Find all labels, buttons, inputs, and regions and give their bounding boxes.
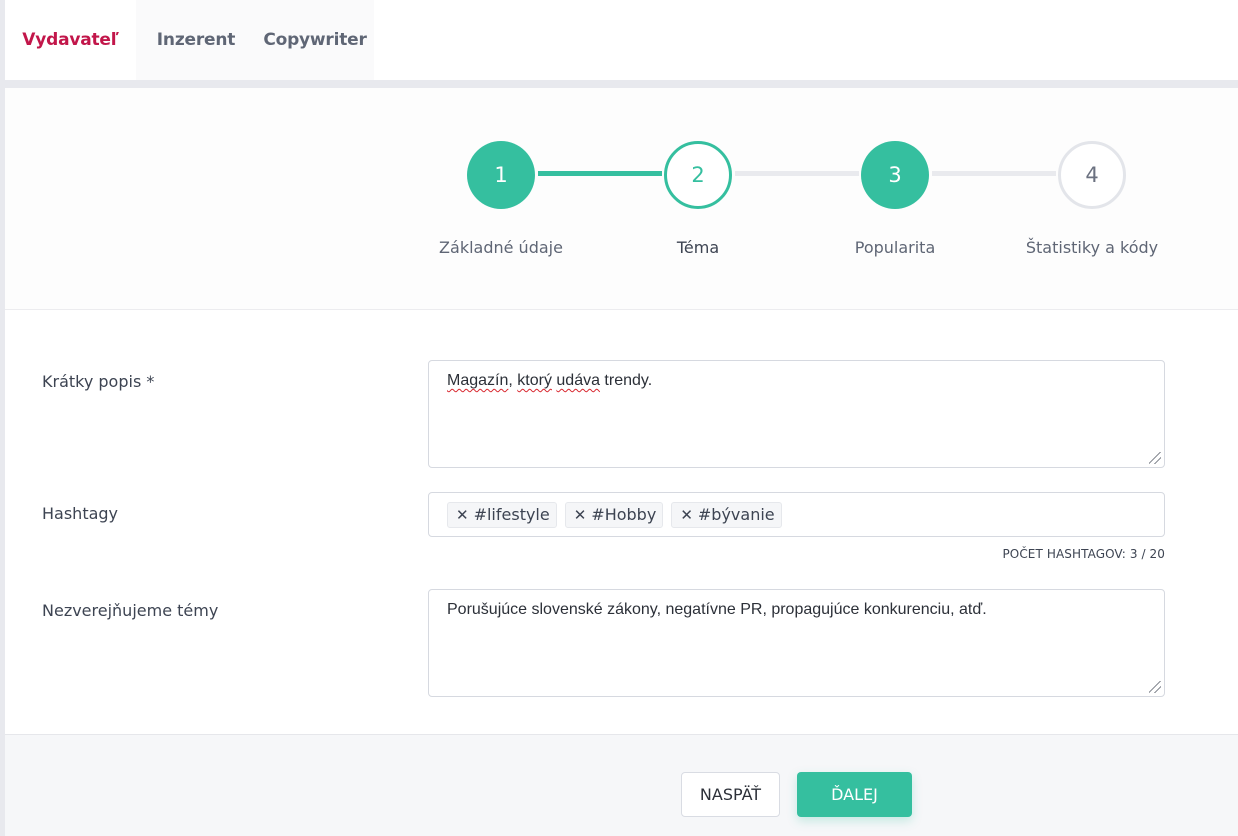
remove-tag-icon[interactable]: ✕: [574, 506, 587, 524]
next-button[interactable]: ĎALEJ: [797, 772, 912, 817]
hashtag-chip: ✕ #Hobby: [564, 501, 664, 528]
back-button[interactable]: NASPÄŤ: [681, 772, 780, 817]
step-2-label: Téma: [676, 238, 720, 257]
text-fragment: trendy.: [599, 372, 653, 389]
hashtag-text: #Hobby: [591, 505, 657, 524]
remove-tag-icon[interactable]: ✕: [456, 506, 469, 524]
excluded-topics-label: Nezverejňujeme témy: [42, 601, 219, 620]
hashtag-text: #lifestyle: [473, 505, 550, 524]
stepper: 1 2 3 4 Základné údaje Téma Popularita Š…: [5, 88, 1238, 310]
text-fragment: ,: [508, 372, 518, 389]
short-description-textarea[interactable]: Magazín, ktorý udáva trendy.: [428, 360, 1165, 468]
excluded-topics-value: Porušujúce slovenské zákony, negatívne P…: [447, 601, 987, 618]
tab-inzerent[interactable]: Inzerent: [136, 0, 256, 80]
remove-tag-icon[interactable]: ✕: [680, 506, 693, 524]
misspelled-word: ktorý: [517, 372, 552, 389]
wizard-footer: NASPÄŤ ĎALEJ: [5, 734, 1238, 836]
step-1-circle[interactable]: 1: [467, 141, 535, 209]
tab-vydavatel[interactable]: Vydavateľ: [5, 0, 136, 80]
hashtag-chip: ✕ #lifestyle: [447, 501, 557, 528]
step-3-label: Popularita: [854, 238, 936, 257]
tabs-spacer: [374, 0, 1238, 80]
resize-handle-icon[interactable]: [1149, 681, 1161, 693]
step-4-label: Štatistiky a kódy: [1025, 238, 1159, 257]
excluded-topics-textarea[interactable]: Porušujúce slovenské zákony, negatívne P…: [428, 589, 1165, 697]
misspelled-word: Magazín: [447, 372, 509, 389]
hashtags-label: Hashtagy: [42, 504, 119, 523]
tab-copywriter[interactable]: Copywriter: [256, 0, 374, 80]
step-3-circle[interactable]: 3: [861, 141, 929, 209]
hashtag-counter: POČET HASHTAGOV: 3 / 20: [1002, 547, 1165, 561]
step-connector-1-2: [538, 171, 662, 176]
step-connector-2-3: [735, 171, 859, 176]
top-tabs: Vydavateľ Inzerent Copywriter: [5, 0, 1238, 80]
step-1-label: Základné údaje: [439, 238, 563, 257]
wizard-card: 1 2 3 4 Základné údaje Téma Popularita Š…: [5, 88, 1238, 836]
short-description-label: Krátky popis *: [42, 372, 155, 391]
resize-handle-icon[interactable]: [1149, 452, 1161, 464]
step-4-circle[interactable]: 4: [1058, 141, 1126, 209]
hashtag-text: #bývanie: [697, 505, 775, 524]
step-connector-3-4: [932, 171, 1056, 176]
step-2-circle[interactable]: 2: [664, 141, 732, 209]
hashtag-chip: ✕ #bývanie: [671, 501, 782, 528]
misspelled-word: udáva: [556, 372, 600, 389]
hashtags-input[interactable]: ✕ #lifestyle ✕ #Hobby ✕ #bývanie: [428, 492, 1165, 537]
